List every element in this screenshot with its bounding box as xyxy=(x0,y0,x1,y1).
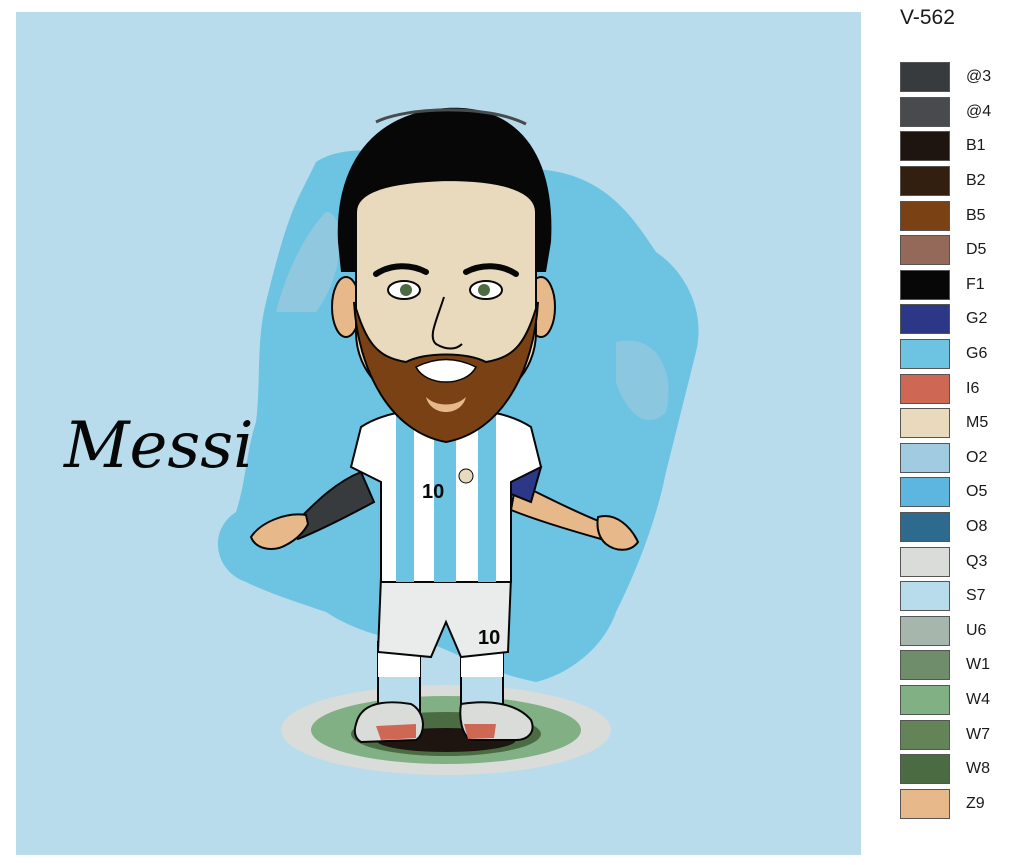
color-swatch xyxy=(900,131,950,162)
color-swatch xyxy=(900,684,950,715)
palette-item: @4 xyxy=(900,95,1010,130)
jersey-crest xyxy=(458,468,474,484)
jersey-stripe-3 xyxy=(478,412,496,582)
color-swatch xyxy=(900,546,950,577)
color-swatch xyxy=(900,235,950,266)
palette-item: G2 xyxy=(900,302,1010,337)
palette-item: O2 xyxy=(900,441,1010,476)
color-code: I6 xyxy=(966,379,980,397)
palette-item: B1 xyxy=(900,129,1010,164)
product-code: V-562 xyxy=(900,6,955,29)
color-swatch xyxy=(900,62,950,93)
color-code: @4 xyxy=(966,102,992,120)
color-swatch xyxy=(900,477,950,508)
color-code: W1 xyxy=(966,656,990,674)
messi-illustration: 10 10 Messi xyxy=(16,12,861,855)
color-swatch xyxy=(900,373,950,404)
color-code: O5 xyxy=(966,483,988,501)
jersey-stripe-1 xyxy=(396,412,414,582)
color-code: @3 xyxy=(966,68,992,86)
messi-script-title: Messi xyxy=(63,409,254,483)
color-code: O8 xyxy=(966,518,988,536)
color-swatch xyxy=(900,512,950,543)
jersey-number: 10 xyxy=(422,481,444,503)
color-code: B1 xyxy=(966,137,986,155)
palette-item: W4 xyxy=(900,683,1010,718)
left-boot-sole xyxy=(376,724,416,740)
palette-item: W1 xyxy=(900,648,1010,683)
color-swatch xyxy=(900,581,950,612)
color-code: D5 xyxy=(966,241,987,259)
palette-item: G6 xyxy=(900,337,1010,372)
palette-item: W8 xyxy=(900,752,1010,787)
palette-item: I6 xyxy=(900,371,1010,406)
color-code: B2 xyxy=(966,172,986,190)
palette-item: M5 xyxy=(900,406,1010,441)
color-swatch xyxy=(900,442,950,473)
color-swatch xyxy=(900,200,950,231)
palette-item: D5 xyxy=(900,233,1010,268)
color-code: B5 xyxy=(966,206,986,224)
palette-item: Z9 xyxy=(900,786,1010,821)
right-boot-sole xyxy=(464,724,496,739)
palette-item: S7 xyxy=(900,579,1010,614)
color-code: S7 xyxy=(966,587,986,605)
color-code: Q3 xyxy=(966,552,988,570)
palette-item: U6 xyxy=(900,614,1010,649)
palette-item: F1 xyxy=(900,268,1010,303)
color-code: W4 xyxy=(966,690,990,708)
color-swatch xyxy=(900,339,950,370)
color-swatch xyxy=(900,96,950,127)
color-swatch xyxy=(900,650,950,681)
left-iris xyxy=(400,284,412,296)
color-swatch xyxy=(900,719,950,750)
color-code: O2 xyxy=(966,448,988,466)
color-palette: @3 @4 B1 B2 B5 D5 F1 G2 G6 I6 M5 O2 O5 O8 Q3 S7 U6 W1 W4 W7… xyxy=(900,60,1010,821)
color-swatch xyxy=(900,788,950,819)
color-code: G6 xyxy=(966,345,988,363)
color-code: F1 xyxy=(966,275,985,293)
palette-item: @3 xyxy=(900,60,1010,95)
color-code: G2 xyxy=(966,310,988,328)
right-iris xyxy=(478,284,490,296)
color-swatch xyxy=(900,408,950,439)
palette-item: O5 xyxy=(900,475,1010,510)
color-code: W8 xyxy=(966,760,990,778)
color-code: Z9 xyxy=(966,794,985,812)
palette-item: O8 xyxy=(900,510,1010,545)
palette-item: W7 xyxy=(900,717,1010,752)
color-swatch xyxy=(900,304,950,335)
palette-item: B5 xyxy=(900,198,1010,233)
color-swatch xyxy=(900,754,950,785)
palette-item: Q3 xyxy=(900,544,1010,579)
palette-item: B2 xyxy=(900,164,1010,199)
color-code: W7 xyxy=(966,725,990,743)
color-swatch xyxy=(900,615,950,646)
shorts-number: 10 xyxy=(478,627,500,649)
color-code: U6 xyxy=(966,621,987,639)
artwork-canvas: 10 10 Messi xyxy=(16,12,861,855)
color-swatch xyxy=(900,166,950,197)
color-swatch xyxy=(900,269,950,300)
color-code: M5 xyxy=(966,414,989,432)
